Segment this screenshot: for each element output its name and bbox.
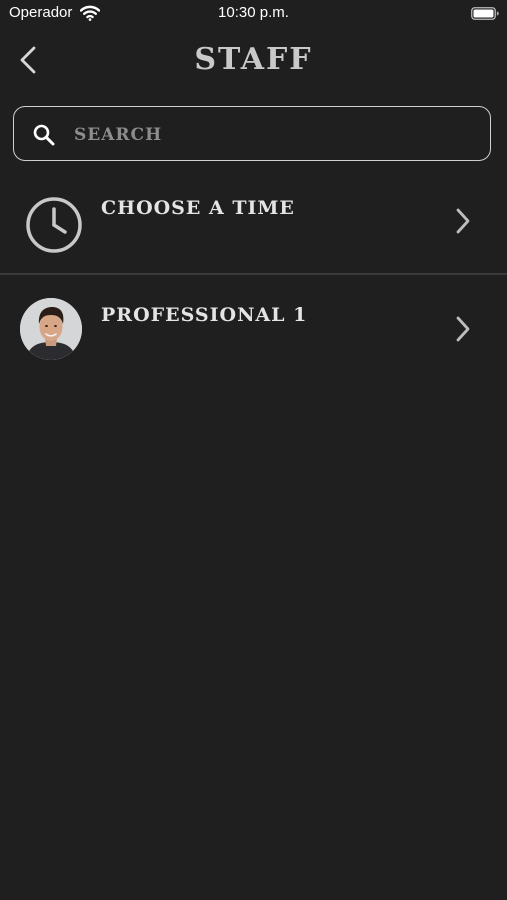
battery-icon [471,7,499,20]
list-item-label: CHOOSE A TIME [101,197,295,219]
clock-icon [25,196,83,254]
list-item-label: PROFESSIONAL 1 [101,304,308,326]
search-icon [32,123,56,147]
search-input[interactable] [72,117,476,153]
list-item-choose-time[interactable]: CHOOSE A TIME [0,180,507,274]
chevron-right-icon [454,315,472,343]
avatar [20,298,82,360]
status-time: 10:30 p.m. [218,4,289,21]
status-bar: Operador 10:30 p.m. [0,0,507,28]
navigation-bar: STAFF [0,30,507,94]
page-title: STAFF [194,42,313,77]
divider [0,273,507,275]
list-item-professional[interactable]: PROFESSIONAL 1 [0,276,507,376]
chevron-right-icon [454,207,472,235]
staff-screen: Operador 10:30 p.m. STAFF SEARCH CHOOSE … [0,0,507,900]
search-bar[interactable] [13,106,491,161]
